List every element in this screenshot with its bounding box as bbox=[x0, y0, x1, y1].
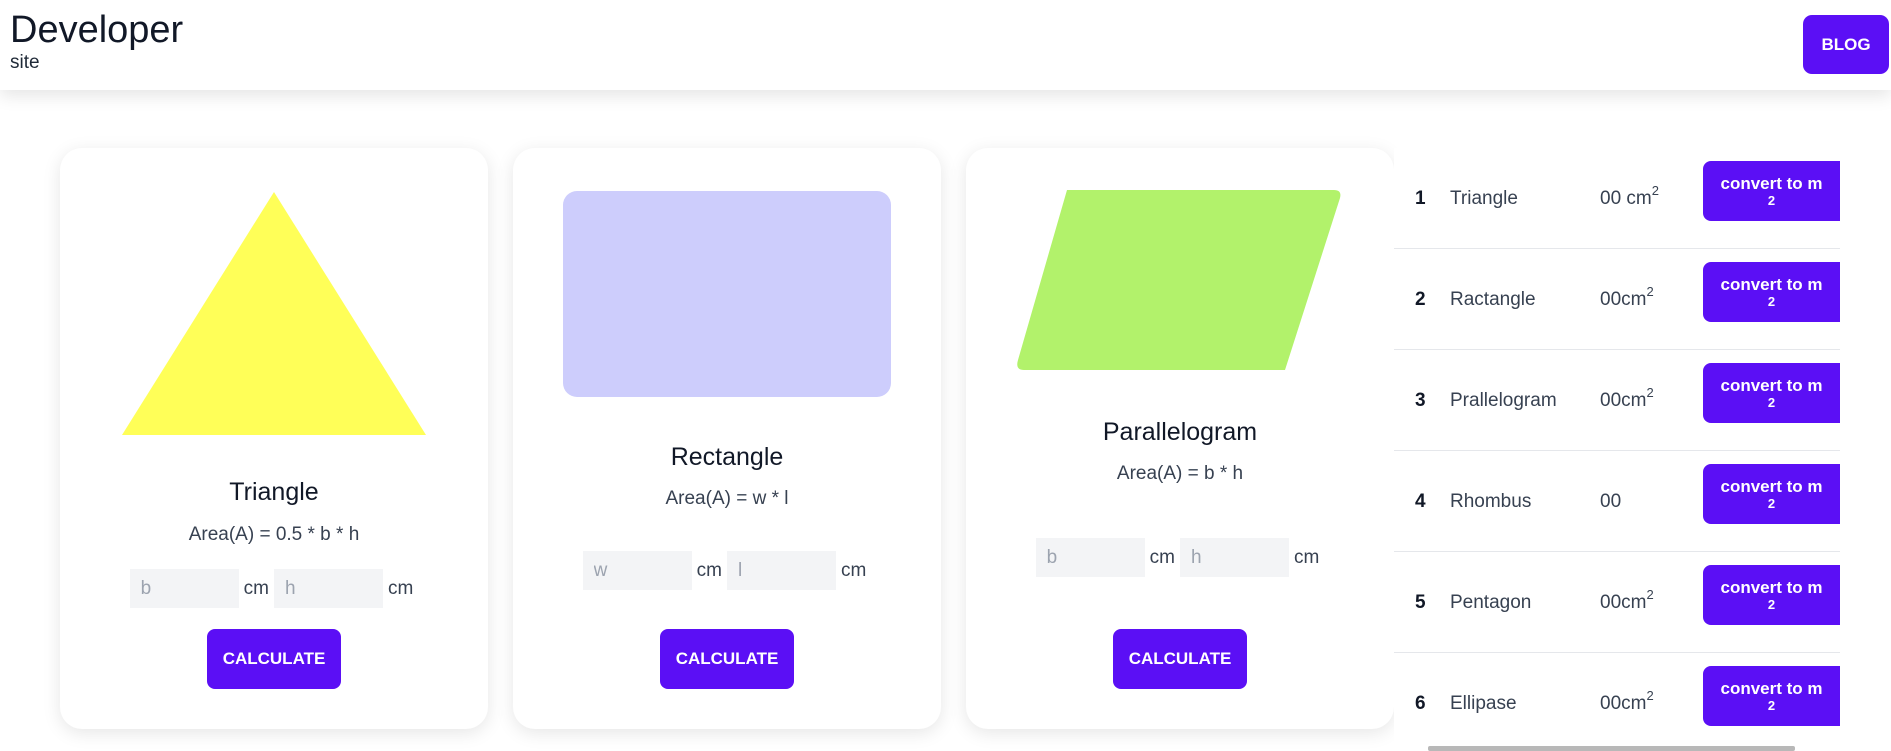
area-text: 00cm bbox=[1600, 389, 1647, 411]
length-input[interactable] bbox=[727, 551, 836, 590]
area-exponent: 2 bbox=[1646, 587, 1654, 602]
row-shape-name: Ellipase bbox=[1450, 692, 1517, 714]
results-table: 1 Triangle 00 cm 2 convert to m2 2 Ractan… bbox=[1394, 148, 1840, 751]
calculate-button[interactable]: CALCULATE bbox=[1113, 629, 1247, 689]
area-exponent: 2 bbox=[1646, 688, 1654, 703]
brand: Developer site bbox=[10, 8, 183, 74]
convert-button[interactable]: convert to m2 bbox=[1703, 161, 1840, 221]
convert-exponent: 2 bbox=[1767, 193, 1776, 208]
row-area-value: 00 cm 2 bbox=[1600, 148, 1659, 249]
area-text: 00cm bbox=[1600, 591, 1647, 613]
unit-label: cm bbox=[841, 559, 867, 581]
convert-exponent: 2 bbox=[1767, 698, 1776, 713]
table-row: 2 Ractangle 00cm 2 convert to m2 bbox=[1394, 249, 1840, 350]
convert-label: convert to m bbox=[1720, 578, 1823, 597]
unit-label: cm bbox=[696, 559, 722, 581]
input-row: cm cm bbox=[966, 538, 1394, 577]
area-exponent: 2 bbox=[1646, 284, 1654, 299]
row-number: 6 bbox=[1415, 692, 1426, 714]
table-row: 3 Prallelogram 00cm 2 convert to m2 bbox=[1394, 350, 1840, 451]
convert-exponent: 2 bbox=[1767, 496, 1776, 511]
convert-button[interactable]: convert to m2 bbox=[1703, 565, 1840, 625]
area-text: 00 cm bbox=[1600, 187, 1652, 209]
area-exponent: 2 bbox=[1651, 183, 1659, 198]
row-number: 5 bbox=[1415, 591, 1426, 613]
unit-label: cm bbox=[243, 577, 269, 599]
site-header: Developer site BLOG bbox=[0, 0, 1891, 90]
triangle-shape bbox=[122, 192, 426, 435]
row-area-value: 00cm 2 bbox=[1600, 552, 1654, 653]
card-title: Rectangle bbox=[670, 443, 784, 471]
unit-label: cm bbox=[1294, 546, 1320, 568]
rectangle-shape bbox=[563, 191, 891, 397]
row-shape-name: Rhombus bbox=[1450, 490, 1532, 512]
row-number: 3 bbox=[1415, 389, 1426, 411]
row-shape-name: Pentagon bbox=[1450, 591, 1532, 613]
table-row: 4 Rhombus 00 convert to m2 bbox=[1394, 451, 1840, 552]
unit-label: cm bbox=[388, 577, 414, 599]
convert-label: convert to m bbox=[1720, 679, 1823, 698]
input-row: cm cm bbox=[513, 551, 941, 590]
height-input[interactable] bbox=[274, 569, 383, 608]
convert-button[interactable]: convert to m2 bbox=[1703, 262, 1840, 322]
convert-label: convert to m bbox=[1720, 174, 1823, 193]
convert-button[interactable]: convert to m2 bbox=[1703, 666, 1840, 726]
row-shape-name: Triangle bbox=[1450, 187, 1518, 209]
row-area-value: 00cm 2 bbox=[1600, 249, 1654, 350]
calculate-button[interactable]: CALCULATE bbox=[207, 629, 341, 689]
row-area-value: 00cm 2 bbox=[1600, 350, 1654, 451]
area-text: 00cm bbox=[1600, 288, 1647, 310]
card-formula: Area(A) = w * l bbox=[665, 488, 789, 509]
card-title: Parallelogram bbox=[1102, 418, 1258, 446]
table-row: 5 Pentagon 00cm 2 convert to m2 bbox=[1394, 552, 1840, 653]
input-row: cm cm bbox=[60, 569, 488, 608]
row-number: 1 bbox=[1415, 187, 1426, 209]
row-shape-name: Prallelogram bbox=[1450, 389, 1557, 411]
brand-subtitle: site bbox=[10, 52, 40, 73]
convert-button[interactable]: convert to m2 bbox=[1703, 363, 1840, 423]
convert-label: convert to m bbox=[1720, 376, 1823, 395]
rectangle-card: Rectangle Area(A) = w * l cm cm CALCULAT… bbox=[513, 148, 941, 729]
row-area-value: 00 bbox=[1600, 451, 1621, 552]
row-area-value: 00cm 2 bbox=[1600, 653, 1654, 751]
horizontal-scrollbar[interactable] bbox=[1428, 746, 1795, 751]
parallelogram-card: Parallelogram Area(A) = b * h cm cm CALC… bbox=[966, 148, 1394, 729]
triangle-card: Triangle Area(A) = 0.5 * b * h cm cm CAL… bbox=[60, 148, 488, 729]
brand-title: Developer bbox=[10, 9, 184, 51]
parallelogram-shape bbox=[1017, 190, 1341, 370]
convert-button[interactable]: convert to m2 bbox=[1703, 464, 1840, 524]
table-row: 1 Triangle 00 cm 2 convert to m2 bbox=[1394, 148, 1840, 249]
area-exponent: 2 bbox=[1646, 385, 1654, 400]
area-text: 00 bbox=[1600, 490, 1622, 512]
card-formula: Area(A) = b * h bbox=[1116, 463, 1244, 484]
width-input[interactable] bbox=[582, 551, 692, 590]
blog-button[interactable]: BLOG bbox=[1803, 15, 1889, 74]
convert-exponent: 2 bbox=[1767, 395, 1776, 410]
base-input[interactable] bbox=[1035, 538, 1145, 577]
convert-exponent: 2 bbox=[1767, 597, 1776, 612]
calculate-button[interactable]: CALCULATE bbox=[660, 629, 794, 689]
unit-label: cm bbox=[1149, 546, 1175, 568]
row-shape-name: Ractangle bbox=[1450, 288, 1536, 310]
area-text: 00cm bbox=[1600, 692, 1647, 714]
row-number: 2 bbox=[1415, 288, 1426, 310]
row-number: 4 bbox=[1415, 490, 1426, 512]
card-title: Triangle bbox=[229, 478, 319, 506]
convert-label: convert to m bbox=[1720, 477, 1823, 496]
height-input[interactable] bbox=[1180, 538, 1289, 577]
card-formula: Area(A) = 0.5 * b * h bbox=[188, 524, 360, 545]
base-input[interactable] bbox=[129, 569, 239, 608]
convert-label: convert to m bbox=[1720, 275, 1823, 294]
convert-exponent: 2 bbox=[1767, 294, 1776, 309]
table-row: 6 Ellipase 00cm 2 convert to m2 bbox=[1394, 653, 1840, 751]
